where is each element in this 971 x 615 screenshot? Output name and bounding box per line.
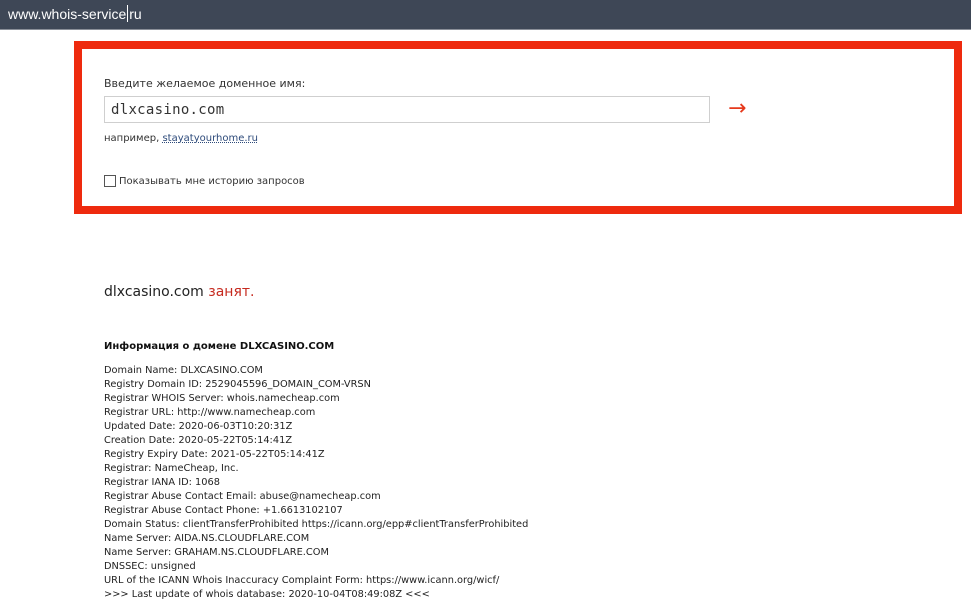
whois-line: Name Server: GRAHAM.NS.CLOUDFLARE.COM: [104, 547, 329, 558]
example-domain-link[interactable]: stayatyourhome.ru: [162, 133, 258, 144]
whois-line: Registry Expiry Date: 2021-05-22T05:14:4…: [104, 449, 325, 460]
whois-line: >>> Last update of whois database: 2020-…: [104, 589, 430, 600]
example-hint: например, stayatyourhome.ru: [104, 133, 258, 144]
whois-line: Name Server: AIDA.NS.CLOUDFLARE.COM: [104, 533, 310, 544]
result-domain: dlxcasino.com: [104, 284, 204, 300]
whois-line: Domain Name: DLXCASINO.COM: [104, 365, 263, 376]
url-text-start: www.whois-service: [8, 6, 127, 22]
taken-status: занят.: [208, 284, 255, 300]
whois-line: Updated Date: 2020-06-03T10:20:31Z: [104, 421, 293, 432]
address-bar[interactable]: www.whois-service ru: [0, 0, 971, 30]
whois-record: Domain Name: DLXCASINO.COM Registry Doma…: [104, 364, 528, 602]
address-bar-url[interactable]: www.whois-service ru: [8, 5, 142, 22]
whois-line: URL of the ICANN Whois Inaccuracy Compla…: [104, 575, 500, 586]
domain-prompt-label: Введите желаемое доменное имя:: [104, 77, 306, 90]
whois-line: Domain Status: clientTransferProhibited …: [104, 519, 529, 530]
whois-line: Registrar: NameCheap, Inc.: [104, 463, 239, 474]
whois-line: Registrar WHOIS Server: whois.namecheap.…: [104, 393, 340, 404]
example-prefix: например,: [104, 133, 160, 144]
whois-line: Registry Domain ID: 2529045596_DOMAIN_CO…: [104, 379, 371, 390]
domain-info-title: Информация о домене DLXCASINO.COM: [104, 341, 335, 352]
whois-line: Creation Date: 2020-05-22T05:14:41Z: [104, 435, 293, 446]
url-text-end: ru: [129, 6, 142, 22]
submit-arrow-icon[interactable]: →: [728, 98, 746, 120]
domain-search-form: Введите желаемое доменное имя: → наприме…: [74, 41, 962, 214]
history-checkbox[interactable]: [104, 175, 116, 187]
whois-line: Registrar Abuse Contact Email: abuse@nam…: [104, 491, 381, 502]
whois-line: Registrar URL: http://www.namecheap.com: [104, 407, 316, 418]
whois-line: Registrar Abuse Contact Phone: +1.661310…: [104, 505, 343, 516]
whois-line: Registrar IANA ID: 1068: [104, 477, 220, 488]
domain-input[interactable]: [104, 96, 710, 123]
history-option[interactable]: Показывать мне историю запросов: [104, 175, 305, 187]
history-checkbox-label: Показывать мне историю запросов: [119, 175, 305, 187]
availability-status: dlxcasino.com занят.: [104, 284, 255, 300]
whois-line: DNSSEC: unsigned: [104, 561, 196, 572]
